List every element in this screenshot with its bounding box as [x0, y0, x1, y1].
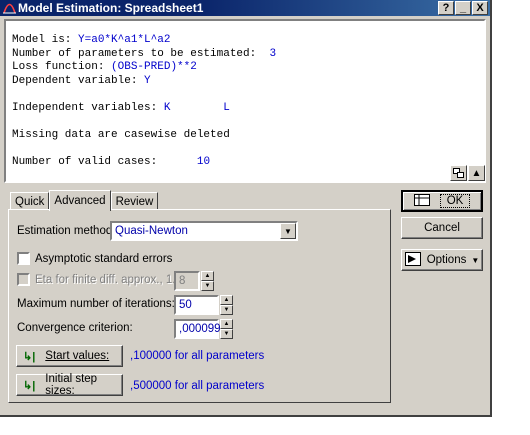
tab-quick[interactable]: Quick — [10, 192, 50, 210]
estimation-method-select[interactable]: Quasi-Newton ▼ — [110, 221, 298, 241]
ok-label: OK — [439, 194, 471, 208]
spin-up-icon[interactable]: ▲ — [220, 319, 233, 329]
convergence-stepper[interactable]: ▲ ▼ — [220, 319, 233, 339]
expand-pane-icon[interactable]: ▲ — [468, 165, 485, 181]
loss-label: Loss function: — [12, 61, 112, 73]
loss-value: (OBS-PRED)**2 — [111, 61, 197, 73]
title-bar: Model Estimation: Spreadsheet1 ? _ X — [0, 0, 490, 16]
chevron-down-icon[interactable]: ▼ — [280, 223, 296, 239]
params-line: Number of parameters to be estimated: 3 — [12, 48, 484, 62]
model-estimation-dialog: Model Estimation: Spreadsheet1 ? _ X Mod… — [0, 0, 492, 417]
close-button[interactable]: X — [472, 1, 488, 15]
max-iterations-label: Maximum number of iterations: — [17, 298, 175, 310]
valid-cases-label: Number of valid cases: — [12, 155, 158, 168]
dependent-line: Dependent variable: Y — [12, 75, 484, 89]
asymptotic-checkbox[interactable] — [17, 252, 30, 265]
convergence-input[interactable]: ,000099 — [174, 319, 221, 339]
dependent-value: Y — [144, 74, 151, 87]
dependent-label: Dependent variable: — [12, 74, 145, 87]
window-title: Model Estimation: Spreadsheet1 — [18, 1, 204, 15]
spreadsheet-arrow-icon: ↳| — [23, 350, 36, 363]
model-label: Model is: — [12, 34, 79, 46]
ok-button[interactable]: OK — [401, 190, 483, 212]
independent-label: Independent variables: — [12, 101, 164, 114]
app-icon — [2, 1, 16, 15]
spin-down-icon[interactable]: ▼ — [201, 281, 214, 291]
valid-cases-line: Number of valid cases: 10 — [12, 156, 484, 170]
independent-value-1: K — [163, 101, 171, 114]
missing-line: Missing data are casewise deleted — [12, 128, 230, 141]
tab-strip: Quick Advanced Review — [10, 190, 159, 211]
start-values-text: ,100000 for all parameters — [130, 350, 265, 362]
help-button[interactable]: ? — [438, 1, 454, 15]
options-button[interactable]: Options ▼ — [401, 249, 483, 271]
model-value: Y=a0*K^a1*L^a2 — [78, 34, 171, 46]
params-label: Number of parameters to be estimated: — [12, 47, 257, 60]
start-values-button[interactable]: ↳| Start values: — [16, 345, 123, 367]
independent-value-2: L — [223, 101, 230, 114]
tab-advanced[interactable]: Advanced — [49, 190, 111, 211]
independent-line: Independent variables: K L — [12, 102, 484, 116]
eta-stepper[interactable]: ▲ ▼ — [201, 271, 214, 291]
spin-up-icon[interactable]: ▲ — [220, 295, 233, 305]
tab-review[interactable]: Review — [110, 192, 159, 210]
estimation-method-value: Quasi-Newton — [115, 225, 188, 237]
ok-sheet-icon — [413, 193, 430, 209]
step-sizes-text: ,500000 for all parameters — [130, 380, 265, 392]
options-label: Options — [426, 254, 467, 266]
estimation-method-label: Estimation method: — [17, 225, 116, 237]
initial-step-sizes-button[interactable]: ↳| Initial step sizes: — [16, 373, 123, 397]
valid-cases-value: 10 — [196, 155, 211, 168]
convergence-label: Convergence criterion: — [17, 322, 133, 334]
asymptotic-row[interactable]: Asymptotic standard errors — [17, 252, 172, 265]
eta-input[interactable]: 8 — [174, 271, 200, 291]
options-icon — [404, 251, 421, 269]
results-output-pane: Model is: Y=a0*K^a1*L^a2 Number of param… — [4, 19, 486, 183]
loss-line: Loss function: (OBS-PRED)**2 — [12, 61, 484, 75]
eta-row: Eta for finite diff. approx., 1.E- — [17, 273, 187, 286]
cancel-button[interactable]: Cancel — [401, 217, 483, 239]
minimize-button[interactable]: _ — [455, 1, 471, 15]
step-sizes-label: Initial step sizes: — [45, 373, 98, 397]
chevron-down-icon: ▼ — [471, 255, 480, 265]
spreadsheet-arrow-icon: ↳| — [23, 379, 36, 392]
start-values-label: Start values: — [45, 350, 110, 362]
max-iterations-stepper[interactable]: ▲ ▼ — [220, 295, 233, 315]
spin-down-icon[interactable]: ▼ — [220, 305, 233, 315]
restore-pane-icon[interactable] — [450, 165, 467, 181]
spin-up-icon[interactable]: ▲ — [201, 271, 214, 281]
eta-checkbox[interactable] — [17, 273, 30, 286]
params-value: 3 — [269, 47, 277, 60]
eta-label: Eta for finite diff. approx., 1.E- — [35, 273, 187, 286]
max-iterations-input[interactable]: 50 — [174, 295, 219, 315]
asymptotic-label: Asymptotic standard errors — [35, 252, 173, 265]
spin-down-icon[interactable]: ▼ — [220, 329, 233, 339]
model-line: Model is: Y=a0*K^a1*L^a2 — [12, 34, 484, 48]
